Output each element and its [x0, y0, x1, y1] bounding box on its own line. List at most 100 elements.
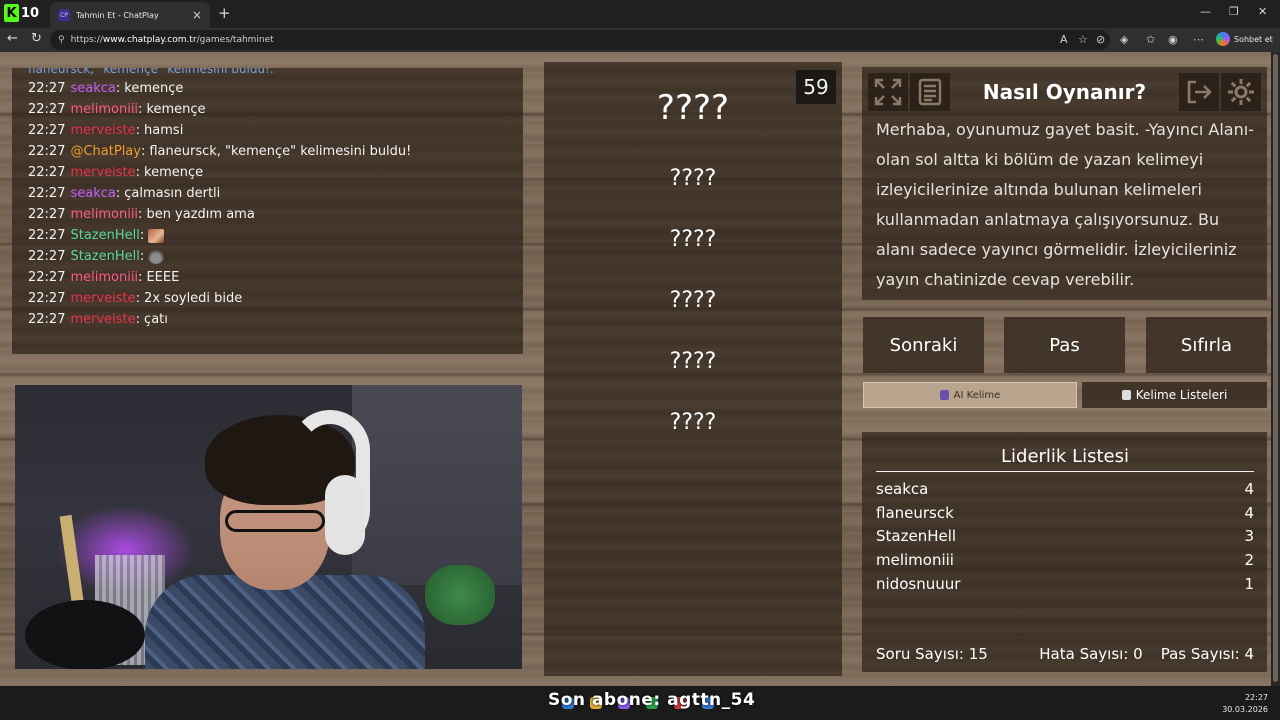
minimize-icon[interactable]: — [1200, 5, 1211, 18]
chat-message: 22:27 melimoniii: ben yazdım ama [28, 204, 507, 225]
favorites-icon[interactable]: ✩ [1146, 33, 1155, 46]
chat-timestamp: 22:27 [28, 228, 66, 243]
browser-toolbar: ← ↻ ⚲ https://www.chatplay.com.tr/games/… [0, 28, 1280, 52]
chat-separator: : [138, 270, 143, 285]
chat-emote-icon [148, 228, 165, 243]
mute-icon[interactable]: ⊘ [1096, 33, 1105, 46]
chat-message: 22:27 merveiste:2x soyledi bide [28, 288, 507, 309]
pass-count-value: 4 [1244, 645, 1254, 663]
kick-badge-count: 10 [21, 5, 40, 21]
chat-username[interactable]: melimoniii [70, 204, 138, 225]
chat-partial-message: flaneursck, "kemençe" kelimesini buldu!. [28, 68, 274, 76]
reload-icon[interactable]: ↻ [31, 31, 42, 46]
tab-word-lists[interactable]: Kelime Listeleri [1082, 382, 1267, 408]
leaderboard-row: melimoniii 2 [876, 551, 1254, 573]
player-name: nidosnuuur [876, 575, 961, 593]
forbidden-word: ???? [669, 166, 717, 191]
chat-username[interactable]: @ChatPlay [70, 141, 141, 162]
player-score: 4 [1244, 480, 1254, 498]
profile-icon[interactable]: ◉ [1168, 33, 1178, 46]
tab-ai-word[interactable]: AI Kelime [863, 382, 1077, 408]
favorite-star-icon[interactable]: ☆ [1078, 33, 1088, 46]
chat-timestamp: 22:27 [28, 81, 66, 96]
chat-username[interactable]: melimoniii [70, 99, 138, 120]
chat-emote-icon [148, 249, 165, 264]
address-bar[interactable]: ⚲ https://www.chatplay.com.tr/games/tahm… [50, 30, 1110, 50]
player-name: seakca [876, 480, 929, 498]
chat-separator: : [135, 291, 141, 306]
browser-tab[interactable]: CP Tahmin Et - ChatPlay × [50, 2, 210, 28]
chat-text: 2x soyledi bide [144, 291, 243, 306]
chat-username[interactable]: merveiste [70, 288, 135, 309]
game-page: flaneursck, "kemençe" kelimesini buldu!.… [0, 52, 1280, 686]
leaderboard-panel: Liderlik Listesi seakca 4 flaneursck 4 S… [862, 432, 1267, 672]
how-to-play-text: Merhaba, oyunumuz gayet basit. -Yayıncı … [876, 120, 1254, 289]
chat-separator: : [115, 186, 121, 201]
tab-ai-word-label: AI Kelime [953, 389, 1001, 401]
chat-username[interactable]: merveiste [70, 162, 135, 183]
word-panel: 59 ???? ???? ???? ???? ???? ???? [544, 62, 842, 676]
chat-message-list: 22:27 seakca: kemençe 22:27 melimoniii: kemen… [28, 78, 507, 330]
scrollbar-thumb[interactable] [1273, 54, 1278, 682]
player-name: melimoniii [876, 551, 954, 569]
back-icon[interactable]: ← [7, 31, 18, 46]
page-scrollbar[interactable] [1271, 52, 1280, 686]
clock-date: 30.03.2026 [1222, 705, 1268, 714]
chat-username[interactable]: merveiste [70, 309, 135, 330]
chat-text: kemençe [144, 165, 204, 180]
chat-message: 22:27 melimoniii: kemençe [28, 99, 507, 120]
player-score: 2 [1244, 551, 1254, 569]
how-to-play-header: Nasıl Oynanır? [862, 67, 1267, 117]
player-score: 4 [1244, 504, 1254, 522]
chat-username[interactable]: StazenHell [70, 225, 139, 246]
clock-time: 22:27 [1244, 693, 1268, 702]
player-name: StazenHell [876, 527, 957, 545]
read-aloud-icon[interactable]: A [1060, 33, 1068, 46]
chat-timestamp: 22:27 [28, 207, 66, 222]
more-menu-icon[interactable]: ⋯ [1193, 33, 1204, 46]
chat-username[interactable]: melimoniii [70, 267, 138, 288]
settings-icon [1228, 79, 1254, 105]
chat-timestamp: 22:27 [28, 102, 66, 117]
chat-message: 22:27 seakca: çalmasın dertli [28, 183, 507, 204]
chat-username[interactable]: seakca [70, 183, 115, 204]
robot-icon [939, 390, 949, 400]
url-prefix: https:// [70, 35, 103, 45]
pass-button[interactable]: Pas [1004, 317, 1125, 373]
kick-badge: K 10 [4, 4, 39, 22]
close-window-icon[interactable]: ✕ [1258, 5, 1267, 18]
pass-count-label: Pas Sayısı: [1160, 645, 1240, 663]
chat-username[interactable]: merveiste [70, 120, 135, 141]
tab-close-icon[interactable]: × [192, 8, 202, 22]
extension-icon[interactable]: ◈ [1120, 33, 1128, 46]
webcam-feed [15, 385, 522, 669]
restore-icon[interactable]: ❐ [1229, 5, 1239, 18]
chat-separator: : [138, 102, 143, 117]
settings-button[interactable] [1221, 73, 1261, 111]
reset-button[interactable]: Sıfırla [1146, 317, 1267, 373]
chat-username[interactable]: seakca [70, 78, 115, 99]
player-name: flaneursck [876, 504, 954, 522]
chat-timestamp: 22:27 [28, 123, 66, 138]
next-button[interactable]: Sonraki [863, 317, 984, 373]
chat-text: EEEE [146, 270, 180, 285]
forbidden-word: ???? [669, 227, 717, 252]
leaderboard-row: flaneursck 4 [876, 504, 1254, 526]
leaderboard-row: StazenHell 3 [876, 527, 1254, 549]
chat-text: çatı [144, 312, 168, 327]
chat-text: kemençe [146, 102, 206, 117]
copilot-label: Sohbet et [1234, 34, 1273, 44]
copilot-button[interactable]: Sohbet et [1216, 32, 1273, 46]
exit-button[interactable] [1179, 73, 1219, 111]
site-info-icon[interactable]: ⚲ [58, 35, 65, 45]
system-clock: 22:27 30.03.2026 [1222, 692, 1268, 716]
question-count-value: 15 [968, 645, 988, 663]
chat-timestamp: 22:27 [28, 186, 66, 201]
chat-username[interactable]: StazenHell [70, 246, 139, 267]
url-domain: www.chatplay.com.tr [102, 35, 197, 45]
tab-word-lists-label: Kelime Listeleri [1135, 388, 1228, 402]
chat-text: flaneursck, "kemençe" kelimesini buldu! [149, 144, 412, 159]
title-bar: K 10 CP Tahmin Et - ChatPlay × + — ❐ ✕ [0, 0, 1280, 28]
chat-separator: : [115, 81, 121, 96]
new-tab-icon[interactable]: + [218, 4, 231, 22]
